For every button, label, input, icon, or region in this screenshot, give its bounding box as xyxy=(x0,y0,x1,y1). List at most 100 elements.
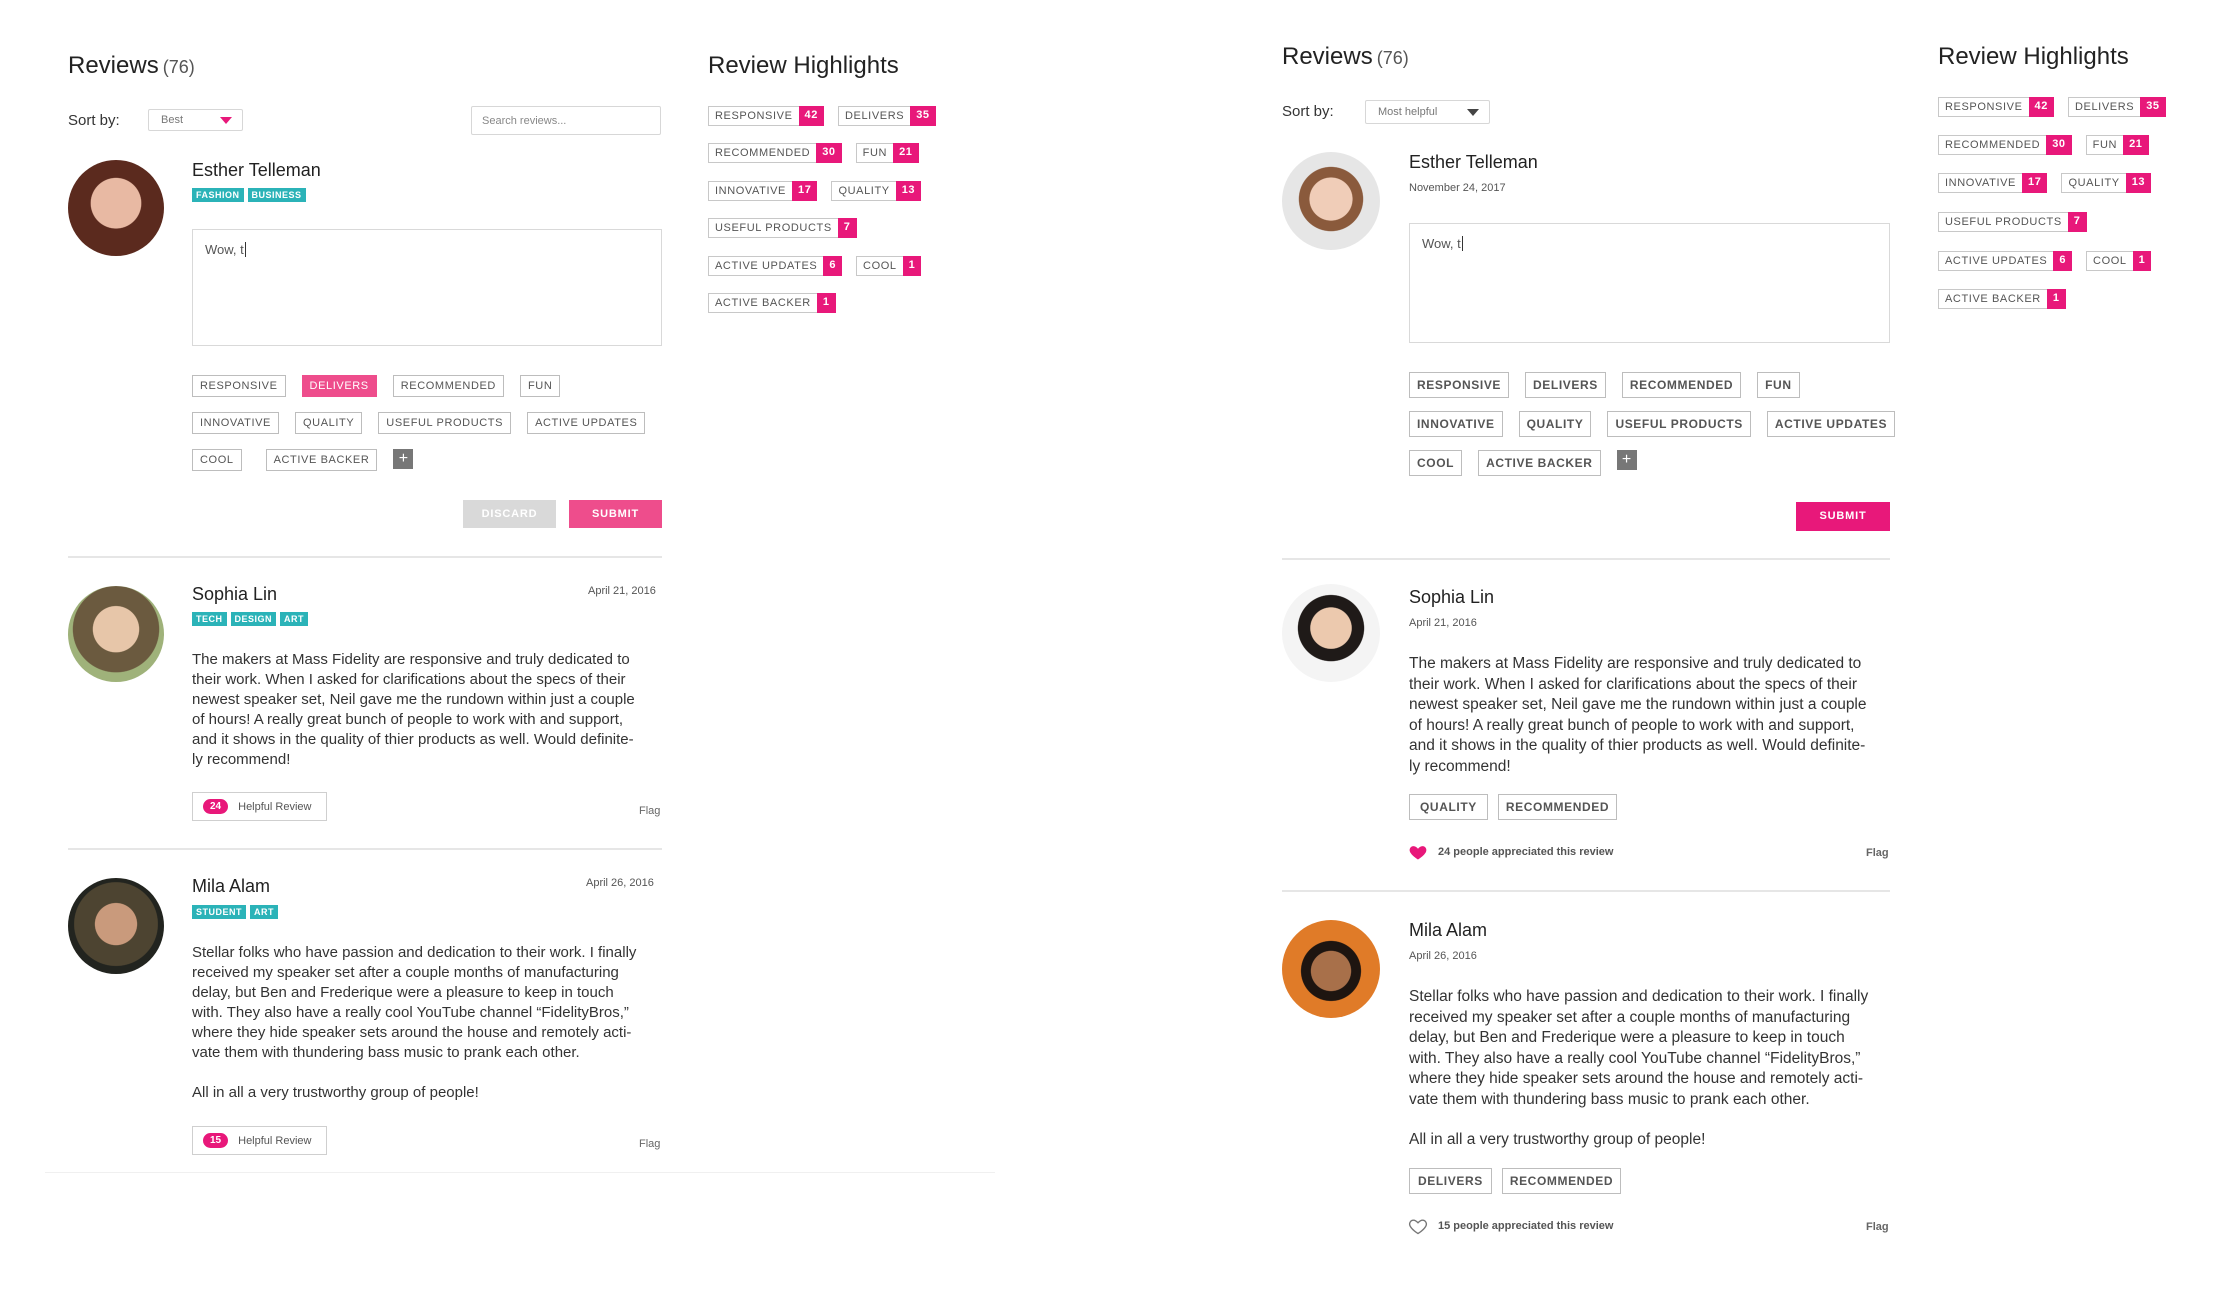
highlight-count: 21 xyxy=(2123,135,2149,155)
tag-responsive[interactable]: RESPONSIVE xyxy=(1409,372,1510,398)
submit-button[interactable]: SUBMIT xyxy=(569,500,662,528)
review-line: and it shows in the quality of thier pro… xyxy=(1409,737,1866,754)
helpful-review-button[interactable]: 24 Helpful Review xyxy=(192,792,327,821)
highlights-row: RESPONSIVE 42 DELIVERS 35 xyxy=(1938,97,2166,117)
tag-innovative[interactable]: INNOVATIVE xyxy=(192,412,279,434)
compose-tag-row-3: COOL ACTIVE BACKER + xyxy=(1409,450,1637,476)
highlight-label: ACTIVE UPDATES xyxy=(715,260,818,272)
highlight-cool[interactable]: COOL 1 xyxy=(856,256,922,276)
tag-quality[interactable]: QUALITY xyxy=(1518,411,1592,437)
sort-select[interactable]: Most helpful xyxy=(1365,100,1490,124)
tag-active-updates[interactable]: ACTIVE UPDATES xyxy=(527,412,646,434)
highlight-active-updates[interactable]: ACTIVE UPDATES 6 xyxy=(1938,251,2073,271)
sort-select[interactable]: Best xyxy=(148,109,243,131)
highlight-fun[interactable]: FUN 21 xyxy=(855,143,919,163)
review-line: delay, but Ben and Frederique were a ple… xyxy=(1409,1029,1845,1046)
highlight-innovative[interactable]: INNOVATIVE 17 xyxy=(1938,173,2048,193)
highlight-count: 6 xyxy=(2053,251,2073,271)
highlight-innovative[interactable]: INNOVATIVE 17 xyxy=(708,181,818,201)
highlight-quality[interactable]: QUALITY 13 xyxy=(831,181,922,201)
highlight-useful-products[interactable]: USEFUL PRODUCTS 7 xyxy=(708,218,857,238)
highlight-count: 35 xyxy=(2140,97,2166,117)
badge: ART xyxy=(280,612,309,626)
appreciate-row: 15 people appreciated this review xyxy=(1408,1216,1613,1236)
tag-quality[interactable]: QUALITY xyxy=(295,412,363,434)
highlight-active-backer[interactable]: ACTIVE BACKER 1 xyxy=(708,293,836,313)
tag-fun[interactable]: FUN xyxy=(519,375,561,397)
heart-filled-icon[interactable] xyxy=(1408,842,1428,862)
discard-button[interactable]: DISCARD xyxy=(463,500,556,528)
highlight-useful-products[interactable]: USEFUL PRODUCTS 7 xyxy=(1938,212,2087,232)
highlights-row: RECOMMENDED 30 FUN 21 xyxy=(708,143,919,163)
compose-tag-row-3: COOL ACTIVE BACKER + xyxy=(192,449,414,471)
highlight-active-backer[interactable]: ACTIVE BACKER 1 xyxy=(1938,289,2066,309)
review-date: April 21, 2016 xyxy=(1409,617,1477,629)
tag-useful-products[interactable]: USEFUL PRODUCTS xyxy=(378,412,512,434)
heart-outline-icon[interactable] xyxy=(1408,1216,1428,1236)
highlight-label: ACTIVE UPDATES xyxy=(1945,255,2048,267)
compose-tag-row-2: INNOVATIVE QUALITY USEFUL PRODUCTS ACTIV… xyxy=(1409,411,1896,437)
tag-recommended[interactable]: RECOMMENDED xyxy=(1621,372,1742,398)
highlight-delivers[interactable]: DELIVERS 35 xyxy=(837,106,936,126)
highlights-row: ACTIVE BACKER 1 xyxy=(1938,289,2066,309)
highlight-cool[interactable]: COOL 1 xyxy=(2086,251,2152,271)
tag-active-backer[interactable]: ACTIVE BACKER xyxy=(1478,450,1601,476)
tag-cool[interactable]: COOL xyxy=(192,449,242,471)
highlights-title: Review Highlights xyxy=(708,52,899,79)
tag-cool[interactable]: COOL xyxy=(1409,450,1463,476)
tag-delivers[interactable]: DELIVERS xyxy=(1525,372,1606,398)
helpful-review-button[interactable]: 15 Helpful Review xyxy=(192,1126,327,1155)
highlight-count: 13 xyxy=(2125,173,2152,193)
highlight-responsive[interactable]: RESPONSIVE 42 xyxy=(1938,97,2054,117)
tag-active-updates[interactable]: ACTIVE UPDATES xyxy=(1766,411,1896,437)
helpful-count: 15 xyxy=(203,1133,229,1148)
highlight-count: 30 xyxy=(816,143,842,163)
highlight-count: 1 xyxy=(902,256,922,276)
compose-tag-row-2: INNOVATIVE QUALITY USEFUL PRODUCTS ACTIV… xyxy=(192,412,646,434)
search-input[interactable]: Search reviews... xyxy=(471,106,661,135)
highlight-delivers[interactable]: DELIVERS 35 xyxy=(2067,97,2166,117)
add-tag-button[interactable]: + xyxy=(393,449,414,469)
tag-recommended[interactable]: RECOMMENDED xyxy=(392,375,504,397)
flag-link[interactable]: Flag xyxy=(639,1138,660,1150)
highlight-quality[interactable]: QUALITY 13 xyxy=(2061,173,2152,193)
sort-label: Sort by: xyxy=(1282,103,1334,120)
highlight-label: INNOVATIVE xyxy=(715,185,786,197)
tag-quality: QUALITY xyxy=(1409,794,1488,820)
highlight-recommended[interactable]: RECOMMENDED 30 xyxy=(1938,135,2072,155)
review-tags: QUALITY RECOMMENDED xyxy=(1409,794,1618,820)
flag-link[interactable]: Flag xyxy=(1866,847,1889,859)
highlights-row: INNOVATIVE 17 QUALITY 13 xyxy=(1938,173,2152,193)
review-textarea[interactable]: Wow, t xyxy=(1409,223,1890,343)
highlight-label: RESPONSIVE xyxy=(715,110,793,122)
highlight-recommended[interactable]: RECOMMENDED 30 xyxy=(708,143,842,163)
highlight-active-updates[interactable]: ACTIVE UPDATES 6 xyxy=(708,256,843,276)
highlight-label: USEFUL PRODUCTS xyxy=(715,222,832,234)
divider xyxy=(1282,558,1890,560)
flag-link[interactable]: Flag xyxy=(1866,1221,1889,1233)
tag-recommended: RECOMMENDED xyxy=(1497,794,1618,820)
tag-innovative[interactable]: INNOVATIVE xyxy=(1409,411,1503,437)
highlight-label: QUALITY xyxy=(838,185,890,197)
review-author-name: Mila Alam xyxy=(192,876,271,896)
tag-useful-products[interactable]: USEFUL PRODUCTS xyxy=(1607,411,1751,437)
avatar-sophia xyxy=(1282,584,1380,682)
review-textarea[interactable]: Wow, t xyxy=(192,229,662,346)
highlight-label: ACTIVE BACKER xyxy=(1945,293,2041,305)
compose-date: November 24, 2017 xyxy=(1409,182,1506,194)
highlight-fun[interactable]: FUN 21 xyxy=(2085,135,2149,155)
flag-link[interactable]: Flag xyxy=(639,805,660,817)
review-textarea-value: Wow, t xyxy=(205,242,244,257)
submit-button[interactable]: SUBMIT xyxy=(1796,502,1890,531)
appreciated-text: 24 people appreciated this review xyxy=(1438,846,1614,858)
tag-active-backer[interactable]: ACTIVE BACKER xyxy=(265,449,378,471)
highlights-row: INNOVATIVE 17 QUALITY 13 xyxy=(708,181,922,201)
review-line: received my speaker set after a couple m… xyxy=(1409,1008,1851,1026)
tag-delivers[interactable]: DELIVERS xyxy=(301,375,377,397)
review-line: their work. When I asked for clarificati… xyxy=(1409,675,1857,693)
add-tag-button[interactable]: + xyxy=(1616,450,1637,470)
tag-responsive[interactable]: RESPONSIVE xyxy=(192,375,286,397)
chevron-down-icon xyxy=(220,116,232,124)
highlight-responsive[interactable]: RESPONSIVE 42 xyxy=(708,106,824,126)
tag-fun[interactable]: FUN xyxy=(1757,372,1800,398)
